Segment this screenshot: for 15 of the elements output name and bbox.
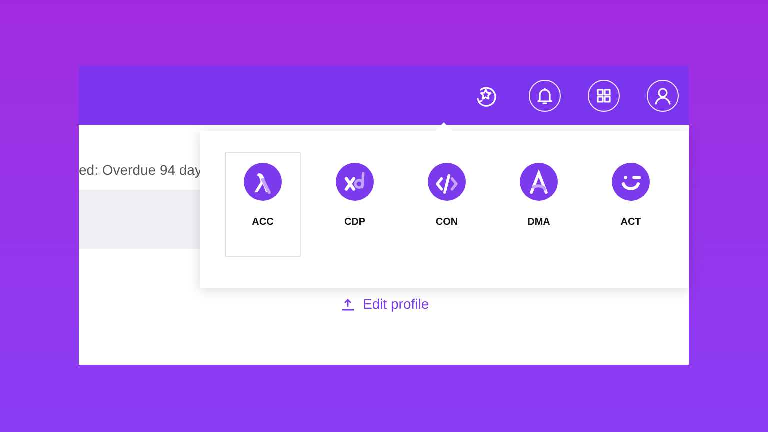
lambda-logo-icon	[244, 163, 282, 201]
app-tile[interactable]: DMA	[501, 152, 577, 257]
app-tile[interactable]: CDP	[317, 152, 393, 257]
user-icon[interactable]	[647, 80, 679, 112]
wink-face-icon	[612, 163, 650, 201]
app-tile[interactable]: ACC	[225, 152, 301, 257]
xd-logo-icon	[336, 163, 374, 201]
app-tile[interactable]: ACT	[593, 152, 669, 257]
bell-icon[interactable]	[529, 80, 561, 112]
code-icon	[428, 163, 466, 201]
app-tile[interactable]: CON	[409, 152, 485, 257]
grid-icon[interactable]	[588, 80, 620, 112]
upload-icon	[341, 298, 355, 312]
edit-profile-link[interactable]: Edit profile	[341, 294, 689, 315]
letter-a-logo-icon	[520, 163, 558, 201]
